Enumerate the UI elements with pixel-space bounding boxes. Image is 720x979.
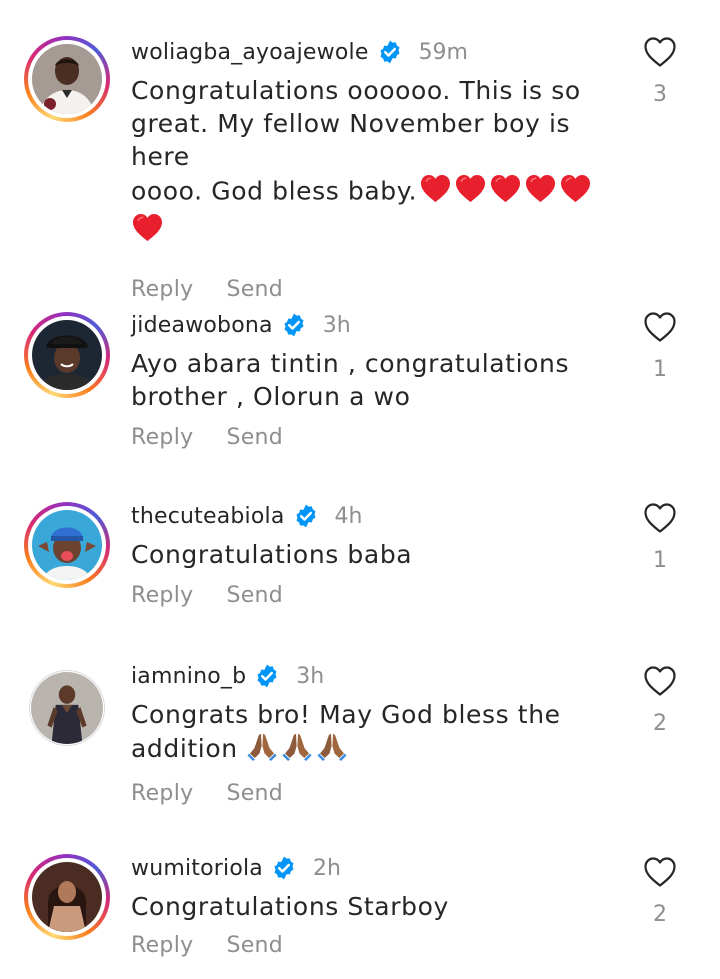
comment-actions: Reply Send xyxy=(131,425,631,450)
comment-line: addition xyxy=(131,734,238,763)
comment-actions: Reply Send xyxy=(131,583,631,608)
timestamp: 4h xyxy=(334,503,363,529)
send-button[interactable]: Send xyxy=(226,277,283,302)
like-column: 1 xyxy=(640,311,680,382)
story-ring[interactable] xyxy=(24,36,110,122)
story-ring[interactable] xyxy=(24,854,110,940)
username[interactable]: jideawobona xyxy=(131,313,273,338)
verified-badge-icon xyxy=(271,855,297,881)
red-heart-icon xyxy=(419,173,452,204)
timestamp: 3h xyxy=(322,312,351,338)
reply-button[interactable]: Reply xyxy=(131,425,193,450)
reply-button[interactable]: Reply xyxy=(131,781,193,806)
comment-line: Ayo abara tintin , congratulations xyxy=(131,349,570,378)
red-heart-icon xyxy=(454,173,487,204)
comment-actions: Reply Send xyxy=(131,933,631,958)
comment-line: Congratulations oooooo. This is so xyxy=(131,76,581,105)
avatar[interactable] xyxy=(32,510,102,580)
like-column: 2 xyxy=(640,665,680,736)
avatar[interactable] xyxy=(32,320,102,390)
like-count: 2 xyxy=(653,711,667,736)
comment-line: Congratulations Starboy xyxy=(131,892,449,921)
red-heart-icon xyxy=(524,173,557,204)
heart-icon[interactable] xyxy=(643,856,677,888)
send-button[interactable]: Send xyxy=(226,933,283,958)
avatar-frame[interactable] xyxy=(29,670,105,746)
reply-button[interactable]: Reply xyxy=(131,583,193,608)
red-heart-icon xyxy=(131,212,164,243)
heart-icon[interactable] xyxy=(643,311,677,343)
folded-hands-icon xyxy=(281,731,313,761)
heart-icon[interactable] xyxy=(643,665,677,697)
like-count: 1 xyxy=(653,548,667,573)
send-button[interactable]: Send xyxy=(226,425,283,450)
story-ring[interactable] xyxy=(24,502,110,588)
reply-button[interactable]: Reply xyxy=(131,933,193,958)
comment-actions: Reply Send xyxy=(131,277,631,302)
like-column: 3 xyxy=(640,36,680,107)
send-button[interactable]: Send xyxy=(226,583,283,608)
avatar[interactable] xyxy=(32,44,102,114)
comment-text: Ayo abara tintin , congratulations broth… xyxy=(131,347,631,413)
comments-list: woliagba_ayoajewole 59m Congratulations … xyxy=(0,0,720,979)
comment-text: Congratulations baba xyxy=(131,538,631,571)
red-heart-icon xyxy=(559,173,592,204)
red-heart-icon xyxy=(489,173,522,204)
username[interactable]: thecuteabiola xyxy=(131,504,285,529)
like-count: 1 xyxy=(653,357,667,382)
timestamp: 3h xyxy=(296,663,325,689)
heart-icon[interactable] xyxy=(643,502,677,534)
verified-badge-icon xyxy=(377,39,403,65)
folded-hands-icon xyxy=(316,731,348,761)
like-count: 3 xyxy=(653,82,667,107)
comment-line: Congratulations baba xyxy=(131,540,413,569)
folded-hands-icon xyxy=(246,731,278,761)
verified-badge-icon xyxy=(281,312,307,338)
comment-line: oooo. God bless baby. xyxy=(131,176,418,206)
username[interactable]: iamnino_b xyxy=(131,664,246,689)
comment-text: Congratulations Starboy xyxy=(131,890,631,923)
verified-badge-icon xyxy=(254,663,280,689)
timestamp: 59m xyxy=(418,39,468,65)
comment-text: Congratulations oooooo. This is so great… xyxy=(131,74,631,251)
like-column: 1 xyxy=(640,502,680,573)
send-button[interactable]: Send xyxy=(226,781,283,806)
story-ring[interactable] xyxy=(24,312,110,398)
comment-text: Congrats bro! May God bless the addition xyxy=(131,698,631,769)
avatar[interactable] xyxy=(32,862,102,932)
timestamp: 2h xyxy=(312,855,341,881)
comment-actions: Reply Send xyxy=(131,781,631,806)
like-column: 2 xyxy=(640,856,680,927)
comment-line: great. My fellow November boy is here xyxy=(131,109,579,171)
username[interactable]: wumitoriola xyxy=(131,856,263,881)
avatar[interactable] xyxy=(31,672,103,744)
verified-badge-icon xyxy=(293,503,319,529)
comment-line: Congrats bro! May God bless the xyxy=(131,700,561,729)
heart-icon[interactable] xyxy=(643,36,677,68)
red-heart-emoji-group xyxy=(419,173,592,212)
folded-hands-emoji-group xyxy=(246,731,348,769)
reply-button[interactable]: Reply xyxy=(131,277,193,302)
red-heart-emoji-group xyxy=(131,212,164,251)
username[interactable]: woliagba_ayoajewole xyxy=(131,40,369,65)
like-count: 2 xyxy=(653,902,667,927)
comment-line: brother , Olorun a wo xyxy=(131,382,411,411)
